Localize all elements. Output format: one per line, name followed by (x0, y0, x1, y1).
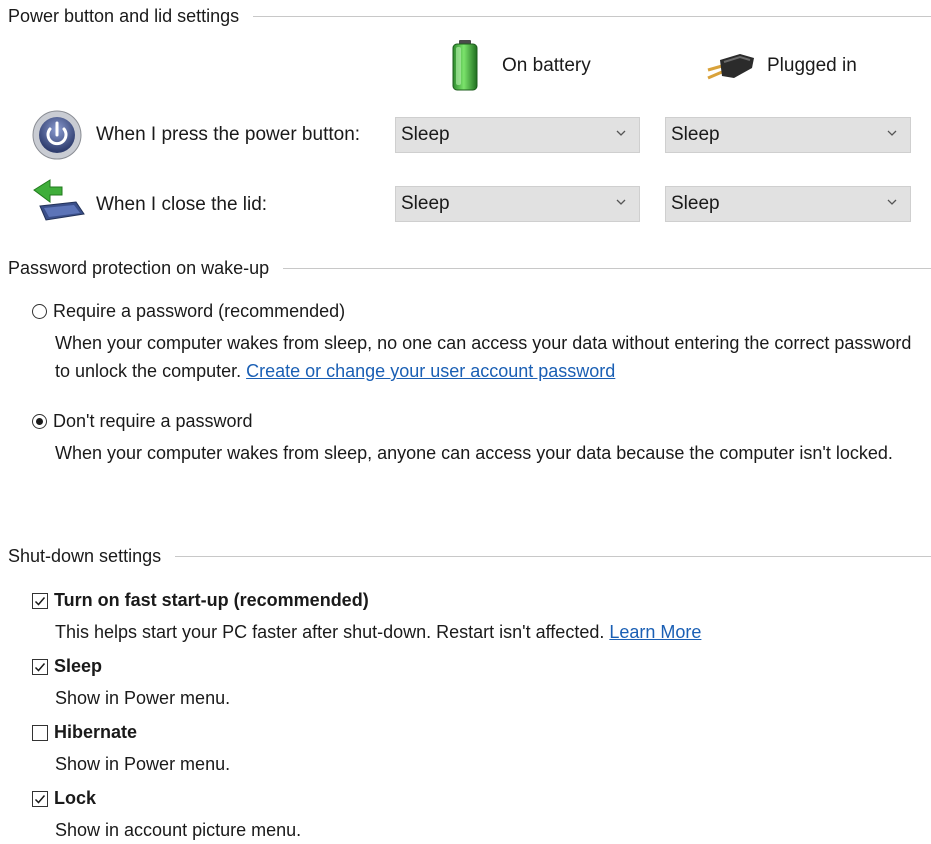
description-text: Show in Power menu. (55, 688, 231, 708)
power-button-label: When I press the power button: (96, 124, 361, 145)
section-title: Power button and lid settings (8, 5, 240, 26)
chevron-down-icon (616, 130, 626, 136)
dropdown-value: Sleep (671, 124, 720, 145)
hibernate-description: Show in Power menu. (55, 750, 915, 778)
require-password-label: Require a password (recommended) (53, 301, 346, 321)
chevron-down-icon (616, 199, 626, 205)
change-password-link[interactable]: Create or change your user account passw… (246, 361, 615, 381)
description-text: This helps start your PC faster after sh… (55, 622, 610, 642)
learn-more-link[interactable]: Learn More (609, 622, 701, 642)
sleep-description: Show in Power menu. (55, 684, 915, 712)
chevron-down-icon (887, 130, 897, 136)
dropdown-value: Sleep (401, 124, 450, 145)
shutdown-section-header: Shut-down settings (8, 544, 931, 568)
divider (283, 267, 931, 269)
dropdown-value: Sleep (671, 193, 720, 214)
hibernate-checkbox[interactable] (32, 724, 48, 741)
hibernate-label: Hibernate (54, 722, 138, 742)
description-text: Show in Power menu. (55, 754, 231, 774)
chevron-down-icon (887, 199, 897, 205)
section-title: Password protection on wake-up (8, 257, 270, 278)
description-text: When your computer wakes from sleep, any… (55, 443, 893, 463)
plug-icon (707, 54, 754, 80)
section-title: Shut-down settings (8, 545, 162, 566)
close-lid-battery-dropdown[interactable]: Sleep (395, 186, 640, 222)
power-button-battery-dropdown[interactable]: Sleep (395, 117, 640, 153)
dont-require-password-label: Don't require a password (53, 411, 253, 431)
lock-checkbox[interactable] (32, 790, 48, 807)
power-section-header: Power button and lid settings (8, 4, 931, 28)
checkmark-icon (34, 794, 46, 804)
hibernate-option[interactable]: Hibernate (32, 722, 137, 743)
require-password-option[interactable]: Require a password (recommended) (32, 301, 345, 322)
sleep-label: Sleep (54, 656, 103, 676)
column-header-battery: On battery (447, 40, 591, 92)
fast-startup-option[interactable]: Turn on fast start-up (recommended) (32, 590, 369, 611)
close-lid-plugged-dropdown[interactable]: Sleep (665, 186, 911, 222)
divider (175, 555, 931, 557)
dropdown-value: Sleep (401, 193, 450, 214)
lock-description: Show in account picture menu. (55, 816, 915, 844)
password-section-header: Password protection on wake-up (8, 256, 931, 280)
checkmark-icon (34, 596, 46, 606)
lock-option[interactable]: Lock (32, 788, 96, 809)
column-label-plugged: Plugged in (767, 55, 857, 76)
description-text: Show in account picture menu. (55, 820, 302, 840)
dont-require-password-radio[interactable] (32, 414, 47, 429)
fast-startup-description: This helps start your PC faster after sh… (55, 618, 915, 646)
fast-startup-checkbox[interactable] (32, 592, 48, 609)
sleep-option[interactable]: Sleep (32, 656, 102, 677)
lock-label: Lock (54, 788, 97, 808)
sleep-checkbox[interactable] (32, 658, 48, 675)
fast-startup-label: Turn on fast start-up (recommended) (54, 590, 369, 610)
checkmark-icon (34, 662, 46, 672)
close-lid-label: When I close the lid: (96, 194, 268, 215)
column-header-plugged: Plugged in (704, 48, 857, 84)
require-password-radio[interactable] (32, 304, 47, 319)
power-button-plugged-dropdown[interactable]: Sleep (665, 117, 911, 153)
dont-require-password-description: When your computer wakes from sleep, any… (55, 439, 915, 467)
divider (253, 15, 931, 17)
column-label-battery: On battery (502, 55, 591, 76)
dont-require-password-option[interactable]: Don't require a password (32, 411, 253, 432)
battery-icon (452, 40, 478, 91)
require-password-description: When your computer wakes from sleep, no … (55, 329, 915, 385)
power-button-icon (32, 110, 82, 160)
laptop-lid-icon (33, 179, 85, 221)
